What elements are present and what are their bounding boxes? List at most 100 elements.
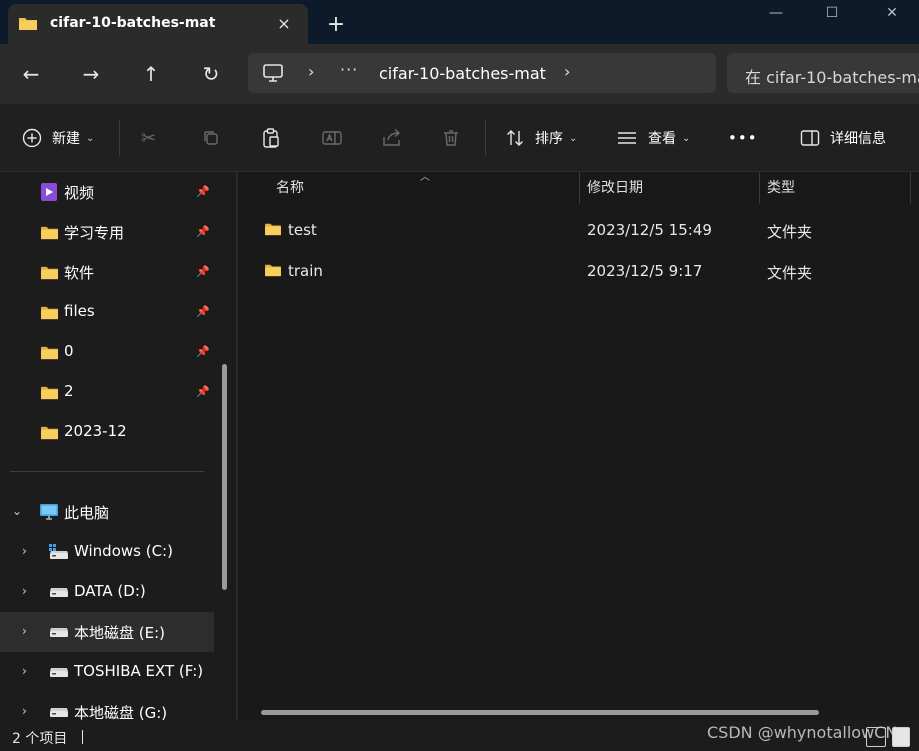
forward-button[interactable]: → bbox=[76, 60, 106, 88]
file-list: ︿ 名称 修改日期 类型 test 2023/12/5 15:49 文件夹 tr… bbox=[238, 172, 919, 721]
new-tab-button[interactable]: + bbox=[322, 12, 350, 38]
pin-icon: 📌 bbox=[196, 385, 210, 398]
sidebar-item-this-pc[interactable]: ⌄ 此电脑 bbox=[0, 492, 214, 532]
status-bar: 2 个项目 CSDN @whynotallowCN bbox=[0, 721, 919, 751]
pin-icon: 📌 bbox=[196, 265, 210, 278]
folder-icon bbox=[41, 386, 58, 400]
breadcrumb-current[interactable]: cifar-10-batches-mat bbox=[379, 64, 546, 83]
sidebar-item-label: Windows (C:) bbox=[74, 542, 173, 560]
pin-icon: 📌 bbox=[196, 185, 210, 198]
navigation-pane: 视频 📌 学习专用 📌 软件 📌 files 📌 0 📌 2 📌 2023-12… bbox=[0, 172, 236, 721]
sidebar-item-label: 2 bbox=[64, 382, 74, 400]
file-name: train bbox=[288, 262, 323, 280]
refresh-button[interactable]: ↻ bbox=[196, 60, 226, 88]
column-divider[interactable] bbox=[759, 172, 760, 204]
sidebar-item-label: TOSHIBA EXT (F:) bbox=[74, 662, 204, 680]
sidebar-item-0[interactable]: 0 📌 bbox=[0, 332, 214, 372]
drive-icon bbox=[50, 588, 68, 597]
details-view-icon[interactable] bbox=[866, 727, 886, 747]
paste-button[interactable] bbox=[261, 124, 281, 152]
column-divider[interactable] bbox=[579, 172, 580, 204]
chevron-right-icon[interactable]: › bbox=[22, 704, 27, 718]
sidebar-item-drive-d[interactable]: › DATA (D:) bbox=[0, 572, 214, 612]
view-lines-icon bbox=[618, 132, 636, 144]
clipboard-icon bbox=[263, 128, 279, 148]
tab-active[interactable]: cifar-10-batches-mat × bbox=[8, 4, 308, 44]
sidebar-item-label: 此电脑 bbox=[64, 504, 110, 522]
drive-icon bbox=[50, 628, 68, 637]
table-row[interactable]: train 2023/12/5 9:17 文件夹 bbox=[238, 251, 919, 291]
file-modified: 2023/12/5 15:49 bbox=[587, 221, 712, 239]
system-drive-icon bbox=[49, 544, 68, 559]
sidebar-item-files[interactable]: files 📌 bbox=[0, 292, 214, 332]
breadcrumb-chevron-icon[interactable]: › bbox=[564, 62, 570, 81]
sidebar-divider bbox=[10, 471, 204, 472]
title-bar: cifar-10-batches-mat × + — ☐ ✕ bbox=[0, 0, 919, 44]
toolbar-divider bbox=[485, 120, 486, 156]
chevron-right-icon[interactable]: › bbox=[22, 624, 27, 638]
sidebar-item-label: 视频 bbox=[64, 184, 95, 202]
sidebar-item-2[interactable]: 2 📌 bbox=[0, 372, 214, 412]
chevron-right-icon[interactable]: › bbox=[22, 664, 27, 678]
new-button[interactable]: 新建 ⌄ bbox=[22, 124, 94, 152]
horizontal-scrollbar[interactable] bbox=[261, 710, 819, 715]
sidebar-item-drive-e[interactable]: › 本地磁盘 (E:) bbox=[0, 612, 214, 652]
sidebar-item-label: 本地磁盘 (G:) bbox=[74, 704, 168, 721]
sort-label: 排序 bbox=[535, 131, 563, 147]
pin-icon: 📌 bbox=[196, 345, 210, 358]
sidebar-item-label: 软件 bbox=[64, 264, 95, 282]
column-divider[interactable] bbox=[910, 172, 911, 204]
details-pane-button[interactable]: 详细信息 bbox=[800, 124, 886, 152]
sort-button[interactable]: 排序 ⌄ bbox=[505, 124, 577, 152]
sidebar-item-label: files bbox=[64, 302, 95, 320]
search-box[interactable]: 在 cifar-10-batches-mat 中搜索 bbox=[727, 53, 919, 93]
cut-button[interactable]: ✂ bbox=[141, 124, 156, 152]
drive-icon bbox=[50, 708, 68, 717]
command-bar: 新建 ⌄ ✂ 排序 ⌄ 查看 ⌄ ••• 详细信息 bbox=[0, 104, 919, 172]
up-button[interactable]: ↑ bbox=[136, 60, 166, 88]
scissors-icon: ✂ bbox=[141, 127, 157, 149]
file-modified: 2023/12/5 9:17 bbox=[587, 262, 703, 280]
pin-icon: 📌 bbox=[196, 305, 210, 318]
sidebar-scrollbar[interactable] bbox=[222, 364, 227, 590]
column-header-type[interactable]: 类型 bbox=[767, 172, 795, 204]
pin-icon: 📌 bbox=[196, 225, 210, 238]
trash-icon bbox=[444, 130, 458, 146]
minimize-button[interactable]: — bbox=[756, 2, 796, 24]
details-pane-icon bbox=[800, 130, 820, 146]
search-input[interactable]: 在 cifar-10-batches-mat 中搜索 bbox=[745, 64, 919, 88]
sidebar-item-drive-f[interactable]: › TOSHIBA EXT (F:) bbox=[0, 652, 214, 692]
back-button[interactable]: ← bbox=[16, 60, 46, 88]
sidebar-item-drive-c[interactable]: › Windows (C:) bbox=[0, 532, 214, 572]
sidebar-item-videos[interactable]: 视频 📌 bbox=[0, 172, 214, 212]
tab-close-icon[interactable]: × bbox=[272, 12, 296, 36]
file-name: test bbox=[288, 221, 317, 239]
address-bar[interactable]: › ··· cifar-10-batches-mat › bbox=[248, 53, 716, 93]
column-header-name[interactable]: 名称 bbox=[276, 172, 304, 204]
file-type: 文件夹 bbox=[767, 264, 813, 282]
sidebar-item-software[interactable]: 软件 📌 bbox=[0, 252, 214, 292]
delete-button[interactable] bbox=[441, 124, 461, 152]
close-window-button[interactable]: ✕ bbox=[872, 2, 912, 24]
chevron-right-icon[interactable]: › bbox=[22, 544, 27, 558]
more-options-button[interactable]: ••• bbox=[728, 124, 758, 152]
breadcrumb-chevron-icon[interactable]: › bbox=[308, 62, 314, 81]
sidebar-item-drive-g[interactable]: › 本地磁盘 (G:) bbox=[0, 692, 214, 721]
tiles-view-icon[interactable] bbox=[892, 727, 910, 747]
chevron-right-icon[interactable]: › bbox=[22, 584, 27, 598]
copy-button[interactable] bbox=[201, 124, 221, 152]
column-header-modified[interactable]: 修改日期 bbox=[587, 172, 643, 204]
monitor-icon bbox=[263, 64, 283, 82]
view-button[interactable]: 查看 ⌄ bbox=[616, 124, 690, 152]
toolbar-divider bbox=[119, 120, 120, 156]
share-button[interactable] bbox=[381, 124, 403, 152]
table-row[interactable]: test 2023/12/5 15:49 文件夹 bbox=[238, 210, 919, 250]
rename-button[interactable] bbox=[321, 124, 343, 152]
breadcrumb-more-button[interactable]: ··· bbox=[340, 60, 358, 79]
chevron-down-icon[interactable]: ⌄ bbox=[12, 504, 22, 518]
rename-icon bbox=[322, 131, 342, 145]
sidebar-item-2023-12[interactable]: 2023-12 bbox=[0, 412, 214, 452]
maximize-button[interactable]: ☐ bbox=[812, 2, 852, 24]
video-icon bbox=[41, 183, 57, 201]
sidebar-item-study[interactable]: 学习专用 📌 bbox=[0, 212, 214, 252]
